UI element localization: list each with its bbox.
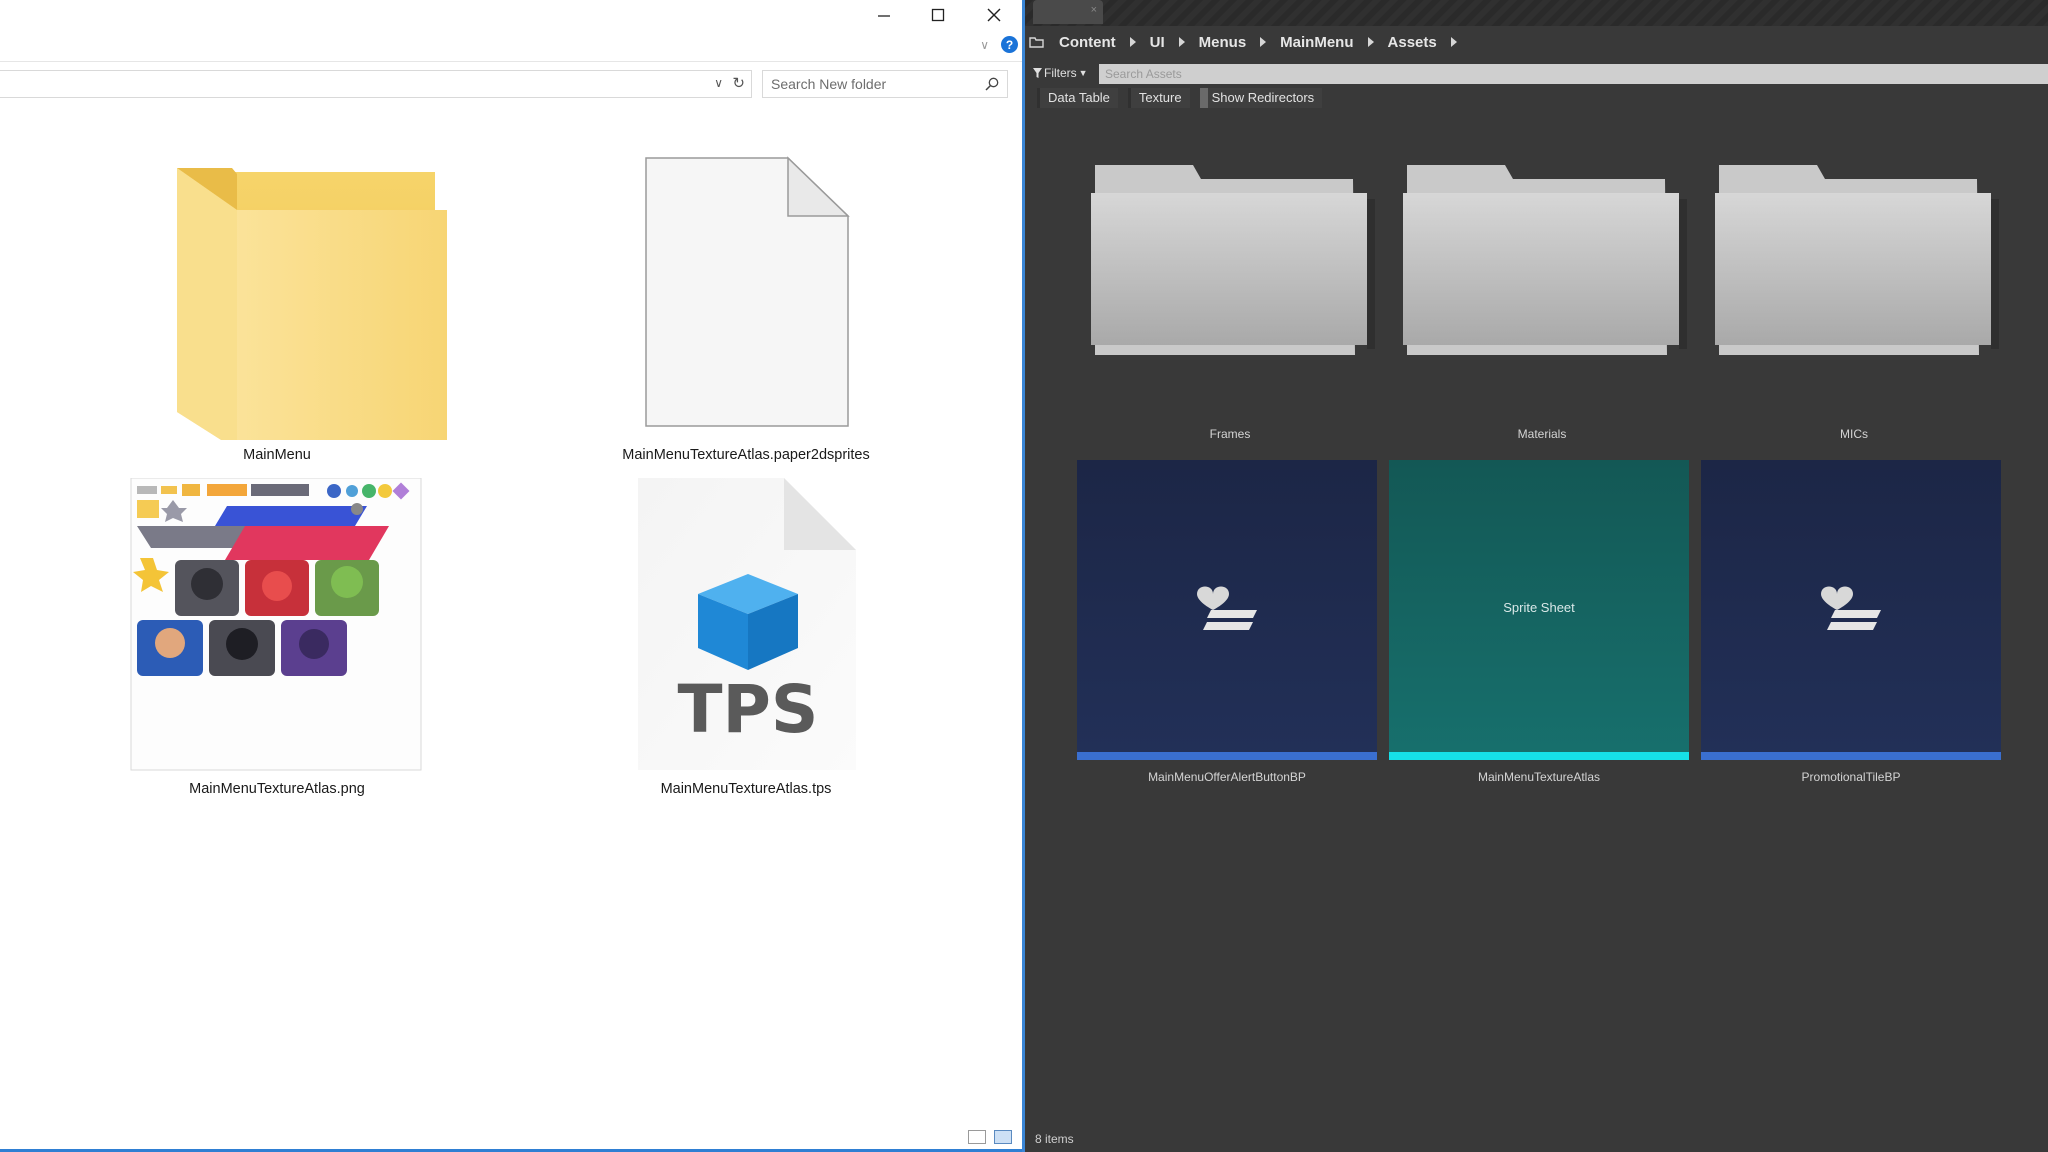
sprite-sheet-type-text: Sprite Sheet (1503, 600, 1575, 615)
search-box[interactable] (762, 70, 1008, 98)
tps-document-icon: TPS (638, 478, 856, 770)
file-item-paper2dsprites[interactable]: MainMenuTextureAtlas.paper2dsprites (566, 150, 926, 470)
ribbon-controls: ∨ ? (980, 36, 1018, 53)
file-item-tps[interactable]: TPS MainMenuTextureAtlas.tps (566, 478, 926, 798)
minimize-button[interactable] (856, 0, 912, 30)
folder-icon (177, 168, 447, 450)
asset-tile-promotional-tile-bp[interactable] (1701, 460, 2001, 760)
asset-tile-main-menu-texture-atlas[interactable]: Sprite Sheet (1389, 460, 1689, 760)
item-label: MainMenuTextureAtlas.tps (660, 781, 832, 797)
folder-icon (1715, 165, 1999, 355)
asset-type-bar (1389, 752, 1689, 760)
blank-document-icon (645, 156, 850, 427)
folder-tile-materials[interactable]: Materials (1397, 155, 1687, 441)
asset-label: MainMenuTextureAtlas (1477, 770, 1601, 784)
maximize-button[interactable] (910, 0, 966, 30)
asset-label: PromotionalTileBP (1801, 770, 1901, 784)
details-view-button[interactable] (968, 1130, 986, 1144)
close-button[interactable] (966, 0, 1022, 30)
content-browser-panel: × Content UI Menus MainMenu Assets Filte… (1025, 0, 2048, 1152)
blueprint-icon (1821, 586, 1881, 630)
search-icon[interactable] (985, 77, 999, 91)
address-dropdown-chevron-icon[interactable]: ∨ (714, 76, 723, 90)
minimize-icon (878, 15, 890, 17)
tps-logo-text: TPS (678, 671, 819, 748)
ribbon-divider (0, 61, 1022, 62)
item-count: 8 items (1035, 1132, 1074, 1146)
help-icon[interactable]: ? (1001, 36, 1018, 53)
asset-type-bar (1701, 752, 2001, 760)
breadcrumb-arrow-icon[interactable] (1450, 37, 1457, 47)
file-item-png[interactable]: MainMenuTextureAtlas.png (97, 477, 457, 798)
folder-icon (1403, 165, 1687, 355)
breadcrumb-item-assets[interactable]: Assets (1388, 34, 1437, 51)
folder-tile-frames[interactable]: Frames (1085, 155, 1375, 441)
asset-type-bar (1077, 752, 1377, 760)
view-mode-toggles (968, 1130, 1012, 1144)
search-input[interactable] (771, 71, 971, 97)
breadcrumb-arrow-icon[interactable] (1367, 37, 1374, 47)
item-label: MainMenuTextureAtlas.paper2dsprites (622, 447, 870, 463)
address-bar[interactable]: ∨ ↻ (0, 70, 752, 98)
texture-atlas-thumbnail-image (130, 477, 422, 771)
folder-tile-mics[interactable]: MICs (1709, 155, 1999, 441)
asset-tile-offer-alert-button-bp[interactable] (1077, 460, 1377, 760)
folder-label: Materials (1517, 427, 1567, 441)
asset-label: MainMenuOfferAlertButtonBP (1148, 770, 1306, 784)
folder-label: Frames (1209, 427, 1251, 441)
large-icons-view-button[interactable] (994, 1130, 1012, 1144)
blueprint-icon (1197, 586, 1257, 630)
file-explorer-window: ∨ ? ∨ ↻ MainMenu (0, 0, 1022, 1152)
folder-item-mainmenu[interactable]: MainMenu (97, 150, 457, 470)
close-icon (987, 8, 1001, 22)
ribbon-expand-chevron-icon[interactable]: ∨ (980, 38, 989, 52)
refresh-icon[interactable]: ↻ (732, 74, 745, 92)
folder-label: MICs (1840, 427, 1868, 441)
maximize-icon (931, 8, 945, 22)
folder-icon (1091, 165, 1375, 355)
item-label: MainMenu (243, 447, 311, 463)
item-label: MainMenuTextureAtlas.png (189, 781, 365, 797)
